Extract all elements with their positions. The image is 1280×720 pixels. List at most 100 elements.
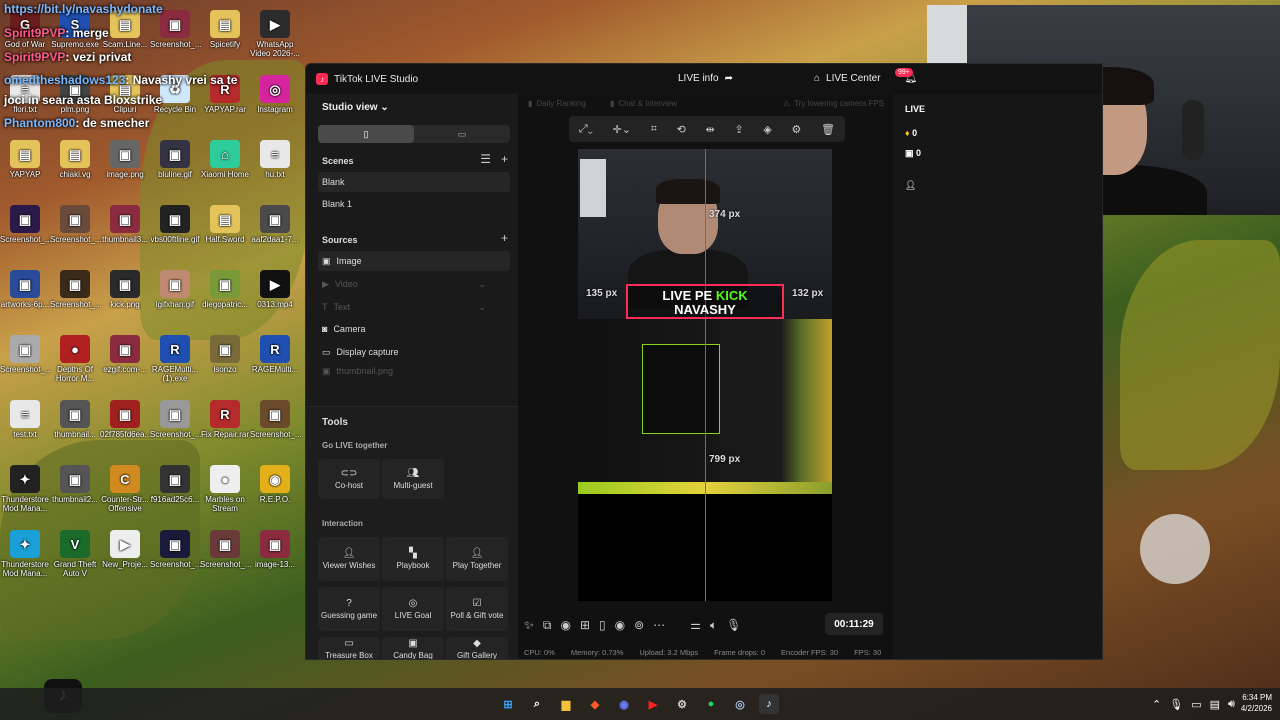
desktop-icon[interactable]: ▣ thumbnail3...	[100, 205, 150, 244]
bring-forward-icon[interactable]: ⇪	[734, 123, 743, 136]
gift-gallery-button[interactable]: ◆ Gift Gallery	[446, 637, 508, 659]
poll-gift-vote-button[interactable]: ☑ Poll & Gift vote	[446, 587, 508, 631]
camera-switch-icon[interactable]: ⊚	[634, 618, 644, 632]
chevron-up-icon[interactable]: ⌃	[1152, 698, 1161, 711]
layers-icon[interactable]: ◈	[763, 123, 771, 136]
align-icon[interactable]: ✛⌄	[613, 123, 631, 136]
desktop-icon[interactable]: ◉ R.E.P.O.	[250, 465, 300, 504]
discord-icon[interactable]: ◉	[614, 694, 634, 714]
desktop-icon[interactable]: ▣ bluline.gif	[150, 140, 200, 179]
desktop-icon[interactable]: ▣ vbs00ftline.gif	[150, 205, 200, 244]
desktop-icon[interactable]: ▶ WhatsApp Video 2026-...	[250, 10, 300, 58]
desktop-icon[interactable]: ▣ kick.png	[100, 270, 150, 309]
desktop-icon[interactable]: ▣ thumbnail2...	[50, 465, 100, 504]
chat-interview-chip[interactable]: ▮ Chat & Interview	[610, 99, 677, 108]
desktop-icon[interactable]: ▣ aaf2daa1-7...	[250, 205, 300, 244]
add-source-icon[interactable]: +	[501, 231, 508, 245]
tiktok-taskbar-icon[interactable]: ♪	[759, 694, 779, 714]
youtube-icon[interactable]: ▶	[643, 694, 663, 714]
playbook-button[interactable]: ▚ Playbook	[382, 537, 444, 581]
speaker-icon[interactable]: 🔈︎	[710, 618, 717, 633]
source-camera[interactable]: ◙ Camera	[318, 319, 510, 339]
clock[interactable]: 6:34 PM 4/2/2026	[1232, 692, 1272, 714]
desktop-icon[interactable]: ▶ New_Proje...	[100, 530, 150, 569]
orientation-toggle[interactable]: ▯ ▭	[318, 125, 510, 143]
desktop-icon[interactable]: V Grand Theft Auto V	[50, 530, 100, 578]
desktop-icon[interactable]: ▣ diegopatric...	[200, 270, 250, 309]
steam-icon[interactable]: ◎	[730, 694, 750, 714]
source-text[interactable]: T Text ⌄	[318, 297, 510, 317]
daily-ranking-chip[interactable]: ▮ Daily Ranking	[528, 99, 586, 108]
desktop-icon[interactable]: ▣ lsonzo	[200, 335, 250, 374]
live-canvas[interactable]: LIVE PE KICK NAVASHY 374 px 135 px 132 p…	[578, 149, 832, 601]
search-icon[interactable]: ⌕	[527, 694, 547, 714]
desktop-icon[interactable]: ▣ Screenshot_...	[50, 270, 102, 309]
more-icon[interactable]: ⋯	[653, 618, 665, 632]
desktop-icon[interactable]: ▤ Spicetify	[200, 10, 250, 49]
fit-icon[interactable]: ⤢⌄	[579, 123, 593, 136]
app-icon[interactable]: ⚙	[672, 694, 692, 714]
treasure-box-button[interactable]: ▭ Treasure Box	[318, 637, 380, 659]
desktop-icon[interactable]: C Counter-Str... Offensive	[100, 465, 150, 513]
desktop-icon[interactable]: ▤ YAPYAP	[0, 140, 50, 179]
magic-icon[interactable]: ✨︎	[524, 618, 534, 633]
desktop-icon[interactable]: ▣ ezgif.com-...	[100, 335, 150, 374]
source-video[interactable]: ▶ Video ⌄	[318, 274, 510, 294]
desktop-icon[interactable]: ▣ Screenshot_...	[0, 205, 52, 244]
desktop-icon[interactable]: ▣ artworks-6p...	[0, 270, 50, 309]
desktop-icon[interactable]: ▤ chiaki.vg	[50, 140, 100, 179]
desktop-icon[interactable]: R Fix Repair.rar	[200, 400, 250, 439]
add-media-icon[interactable]: ⊞	[580, 618, 590, 632]
sliders-icon[interactable]: ⚌	[690, 618, 701, 632]
desktop-icon[interactable]: ▣ 02f785fd6ea...	[100, 400, 151, 439]
studio-view-dropdown[interactable]: Studio view ⌄	[322, 102, 389, 113]
source-image[interactable]: ▣ Image	[318, 251, 510, 271]
desktop-icon[interactable]: ▣ Screenshot_...	[0, 335, 52, 374]
desktop-icon[interactable]: ▶ 0313.mp4	[250, 270, 300, 309]
scene-item[interactable]: Blank 1	[318, 194, 510, 214]
kick-banner-image[interactable]: LIVE PE KICK NAVASHY	[626, 284, 784, 319]
desktop-icon[interactable]: ⌂ Xiaomi Home	[200, 140, 250, 179]
viewers-icon[interactable]: 👤︎	[905, 180, 916, 191]
desktop-icon[interactable]: ▣ lgifxhan.gif	[150, 270, 200, 309]
desktop-icon[interactable]: ◎ Instagram	[250, 75, 300, 114]
network-icon[interactable]: ▤	[1210, 698, 1220, 711]
desktop-icon[interactable]: ● Marbles on Stream	[200, 465, 250, 513]
flip-icon[interactable]: ⇹	[706, 123, 715, 136]
start-icon[interactable]: ⊞	[498, 694, 518, 714]
live-info-button[interactable]: LIVE info ➦	[678, 73, 733, 84]
phone-icon[interactable]: ▯	[599, 618, 606, 632]
mic-tray-icon[interactable]: 🎙︎	[1169, 698, 1183, 711]
desktop-icon[interactable]: ▣ Screenshot_...	[250, 400, 302, 439]
delete-icon[interactable]: 🗑︎	[821, 123, 835, 136]
source-thumbnail[interactable]: ▣ thumbnail.png	[318, 365, 510, 377]
effects-icon[interactable]: ⧉	[543, 618, 552, 633]
add-scene-icon[interactable]: +	[501, 152, 508, 166]
guessing-game-button[interactable]: ? Guessing game	[318, 587, 380, 631]
display-icon[interactable]: ▭	[1191, 698, 1201, 711]
desktop-icon[interactable]: ▣ image-13...	[250, 530, 300, 569]
scene-item[interactable]: Blank	[318, 172, 510, 192]
mic-icon[interactable]: 🎙︎	[726, 618, 741, 632]
desktop-icon[interactable]: ▣ image.png	[100, 140, 150, 179]
desktop-icon[interactable]: ▣ thumbnail...	[50, 400, 100, 439]
desktop-icon[interactable]: ▣ Screenshot_...	[150, 530, 202, 569]
desktop-icon[interactable]: ▣ Screenshot_...	[200, 530, 252, 569]
desktop-icon[interactable]: ▣ f916ad25c6...	[150, 465, 200, 504]
list-icon[interactable]: ☰	[480, 152, 491, 166]
desktop-icon[interactable]: ● Depths Of Horror M...	[50, 335, 100, 383]
desktop-icon[interactable]: R RAGEMulti... (1).exe	[150, 335, 200, 383]
desktop-icon[interactable]: ▣ Screenshot_...	[150, 400, 202, 439]
live-goal-button[interactable]: ◎ LIVE Goal	[382, 587, 444, 631]
desktop-icon[interactable]: ≡ hu.txt	[250, 140, 300, 179]
desktop-icon[interactable]: ✦ Thunderstore Mod Mana...	[0, 530, 50, 578]
spotify-icon[interactable]: ●	[701, 694, 721, 714]
file-explorer-icon[interactable]: ▆	[556, 694, 576, 714]
desktop-icon[interactable]: ▤ Half.Sword	[200, 205, 250, 244]
multiguest-button[interactable]: 👥︎ Multi-guest	[382, 459, 444, 499]
source-display-capture[interactable]: ▭ Display capture	[318, 342, 510, 362]
play-together-button[interactable]: 👤︎ Play Together	[446, 537, 508, 581]
stickers-icon[interactable]: ◉	[560, 618, 570, 632]
rotate-icon[interactable]: ⟲	[677, 123, 686, 136]
desktop-icon[interactable]: ▣ Screenshot_...	[50, 205, 102, 244]
